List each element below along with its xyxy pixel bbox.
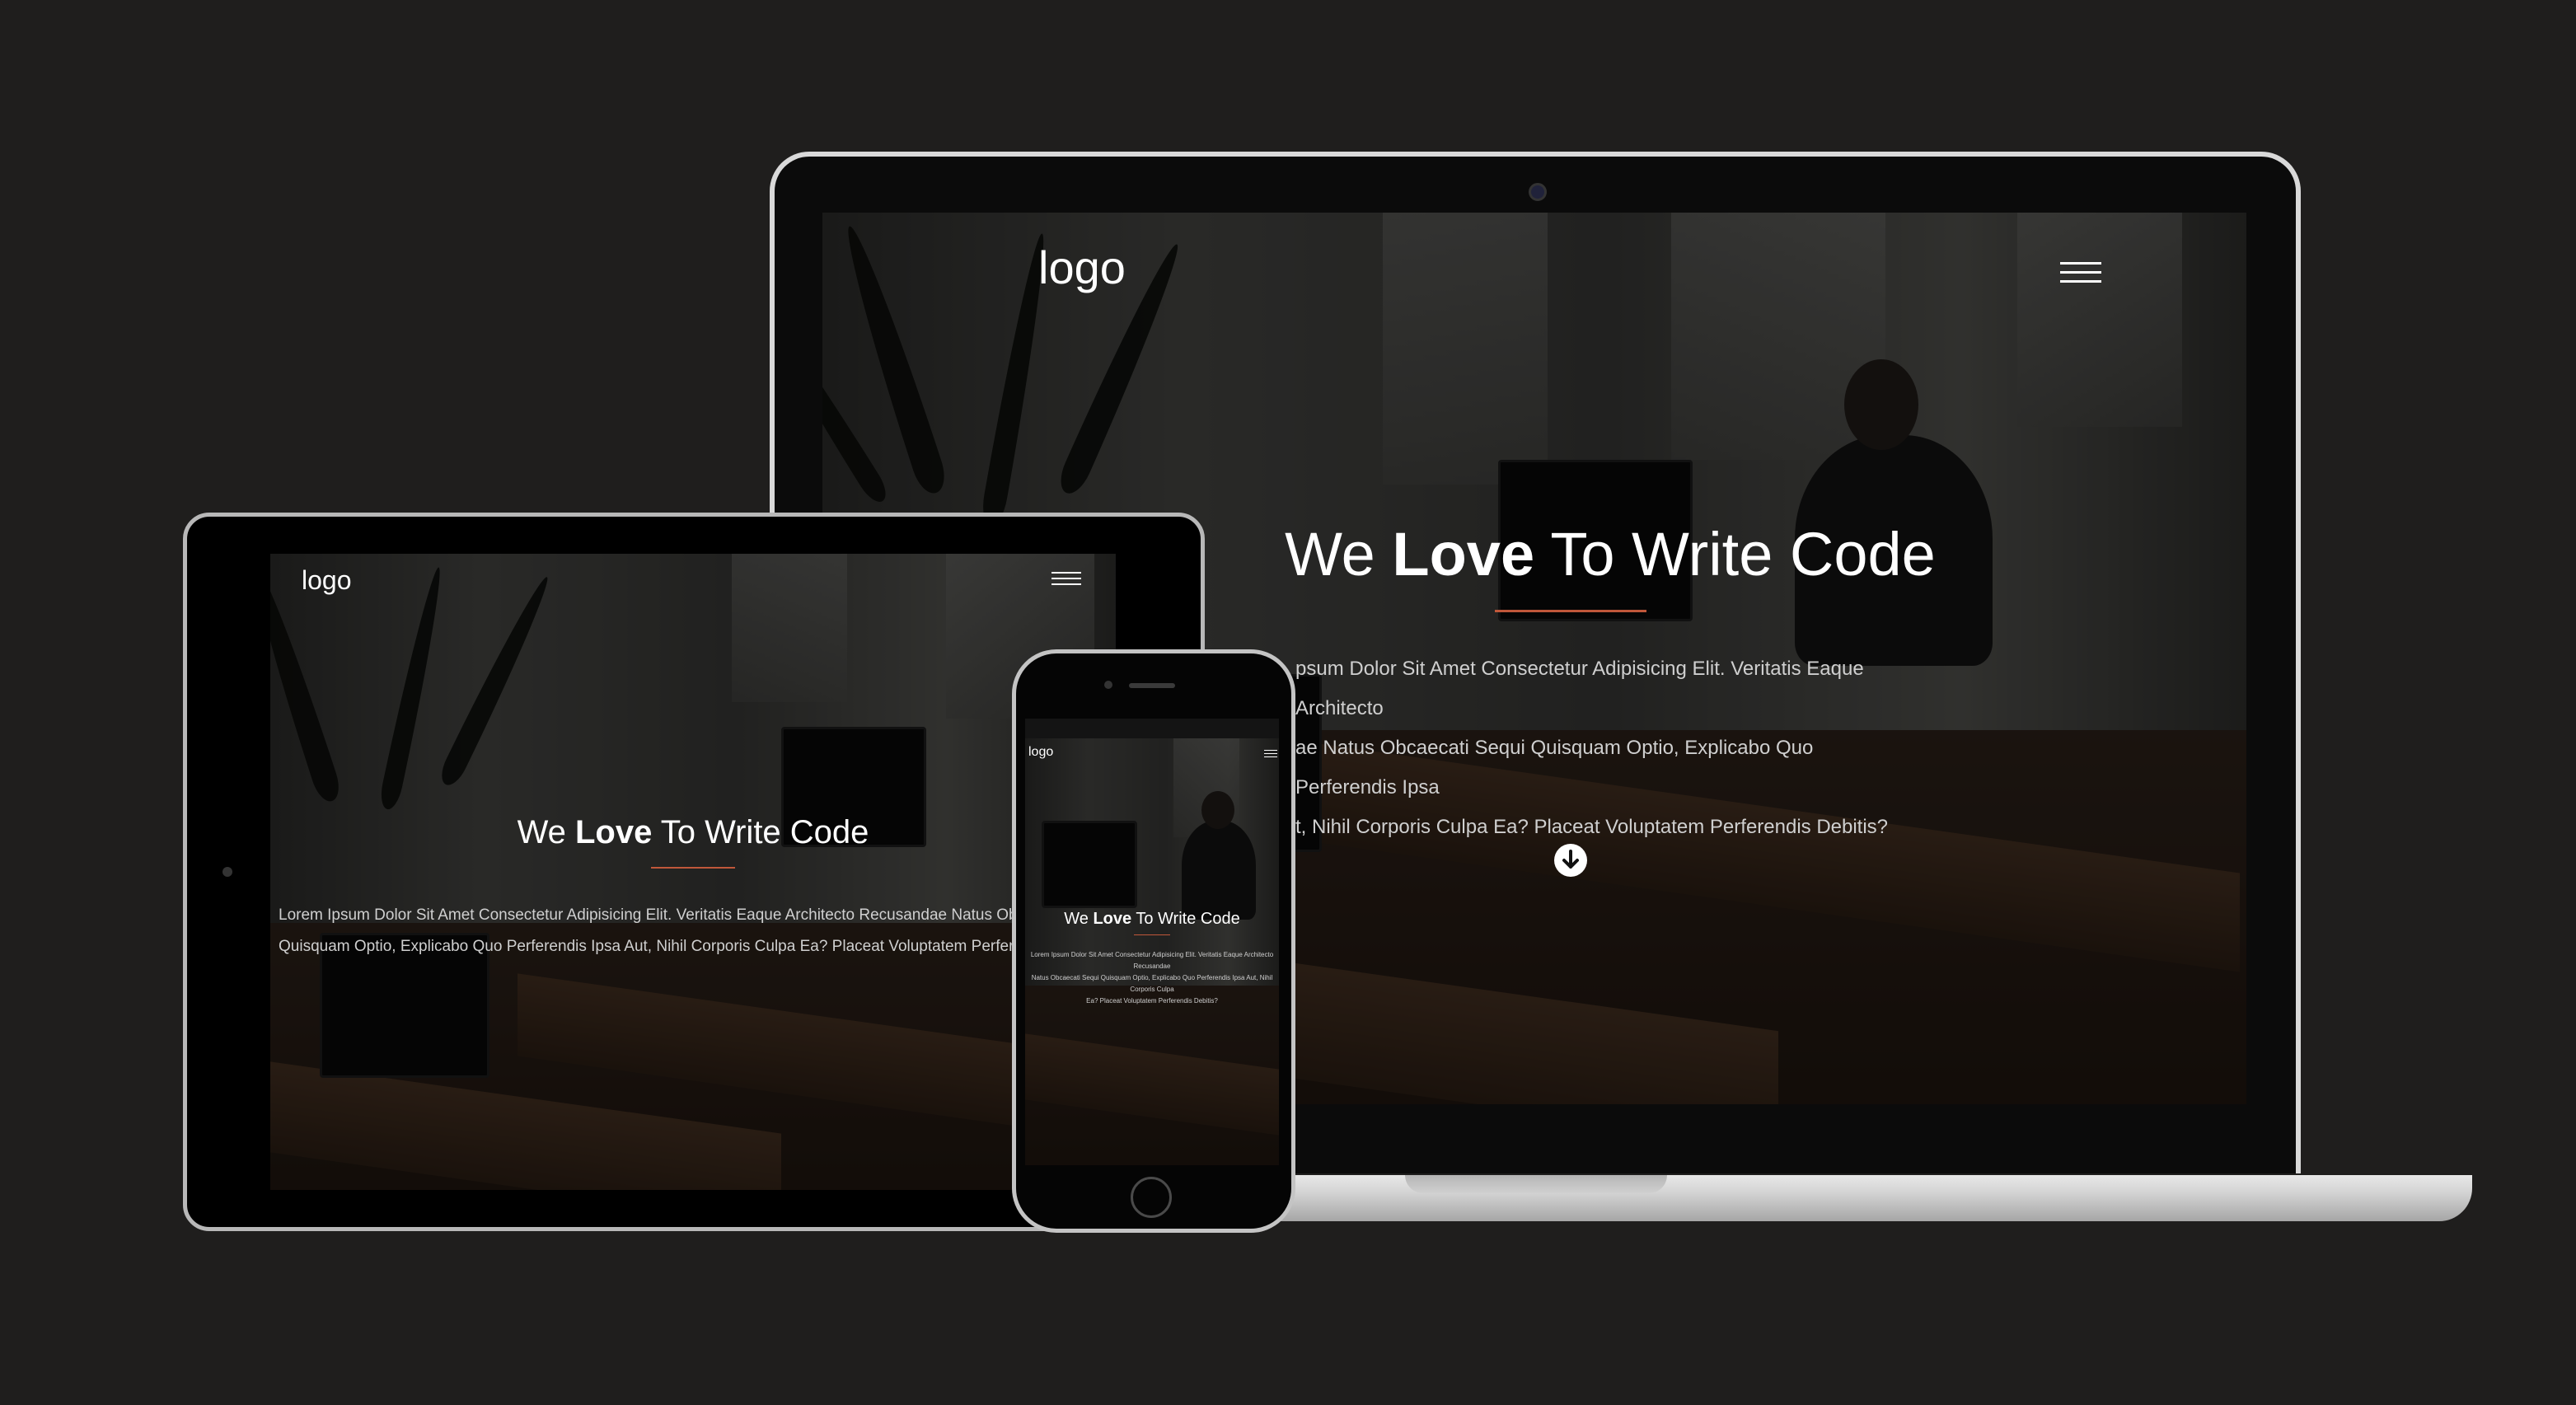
tablet-lead-text: Lorem Ipsum Dolor Sit Amet Consectetur A…	[279, 906, 1018, 955]
phone-status-bar	[1025, 719, 1279, 738]
tablet-headline-underline	[651, 867, 735, 869]
phone-hamburger-menu-icon[interactable]	[1264, 750, 1277, 757]
laptop-headline-underline	[1495, 610, 1646, 612]
laptop-hamburger-menu-icon[interactable]	[2060, 262, 2101, 283]
laptop-arrow-down-circle-icon[interactable]	[1554, 844, 1587, 877]
phone-speaker	[1129, 683, 1175, 688]
laptop-lead-text: psum Dolor Sit Amet Consectetur Adipisic…	[1295, 658, 1889, 838]
phone-home-button[interactable]	[1131, 1177, 1172, 1218]
tablet-hamburger-menu-icon[interactable]	[1051, 572, 1081, 585]
phone-logo[interactable]: logo	[1028, 745, 1053, 760]
phone-camera	[1104, 681, 1112, 689]
laptop-logo[interactable]: logo	[1038, 241, 1126, 294]
laptop-camera	[1529, 183, 1547, 201]
phone-screen: logo We Love To Write Code Lorem Ipsum D…	[1025, 738, 1279, 1165]
tablet-camera	[222, 867, 232, 877]
phone-headline-underline	[1134, 934, 1170, 935]
phone-lead-text: Lorem Ipsum Dolor Sit Amet Consectetur A…	[1030, 951, 1274, 1005]
tablet-screen: logo We Love To Write Code Lorem Ipsum D…	[270, 554, 1116, 1190]
tablet-logo[interactable]: logo	[302, 565, 352, 596]
laptop-headline: We Love To Write Code	[1285, 520, 1936, 588]
phone-headline: We Love To Write Code	[1064, 910, 1240, 928]
laptop-notch	[1405, 1175, 1667, 1193]
tablet-headline: We Love To Write Code	[517, 814, 869, 850]
